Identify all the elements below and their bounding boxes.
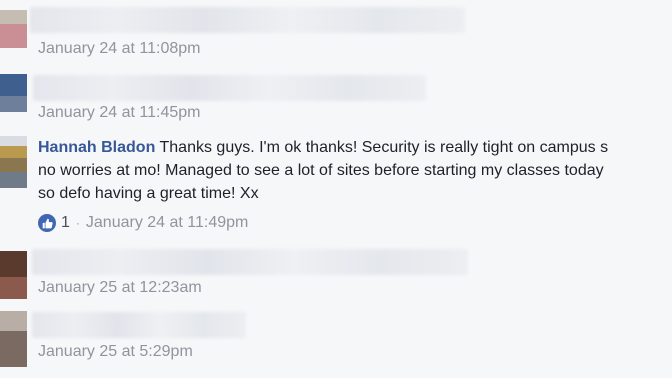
avatar[interactable] [0,10,27,48]
comment-author[interactable]: Hannah Bladon [38,139,155,156]
comment-4: January 25 at 12:23am [0,245,672,305]
comment-text-line: Thanks guys. I'm ok thanks! Security is … [159,139,609,156]
separator-dot: · [75,216,80,230]
comment-timestamp[interactable]: January 24 at 11:08pm [38,40,200,58]
comment-1: January 24 at 11:08pm [0,0,672,60]
comment-text-line: so defo having a great time! Xx [38,185,259,202]
avatar[interactable] [0,311,27,367]
blurred-comment-text [32,249,468,275]
comment-5: January 25 at 5:29pm [0,305,672,378]
comment-body: Hannah Bladon Thanks guys. I'm ok thanks… [38,136,672,205]
comment-timestamp[interactable]: January 24 at 11:49pm [86,214,248,232]
comment-2: January 24 at 11:45pm [0,60,672,130]
comment-meta: 1 · January 24 at 11:49pm [38,214,248,232]
comment-timestamp[interactable]: January 25 at 12:23am [38,279,202,297]
like-count[interactable]: 1 [61,214,70,232]
avatar[interactable] [0,251,27,299]
avatar[interactable] [0,136,27,188]
comment-timestamp[interactable]: January 24 at 11:45pm [38,104,200,122]
thumbs-up-icon[interactable] [38,214,56,232]
blurred-comment-text [32,312,246,338]
comment-timestamp[interactable]: January 25 at 5:29pm [38,343,193,361]
comment-text-line: no worries at mo! Managed to see a lot o… [38,162,604,179]
blurred-comment-text [30,7,465,33]
blurred-comment-text [33,75,426,101]
avatar[interactable] [0,74,27,112]
